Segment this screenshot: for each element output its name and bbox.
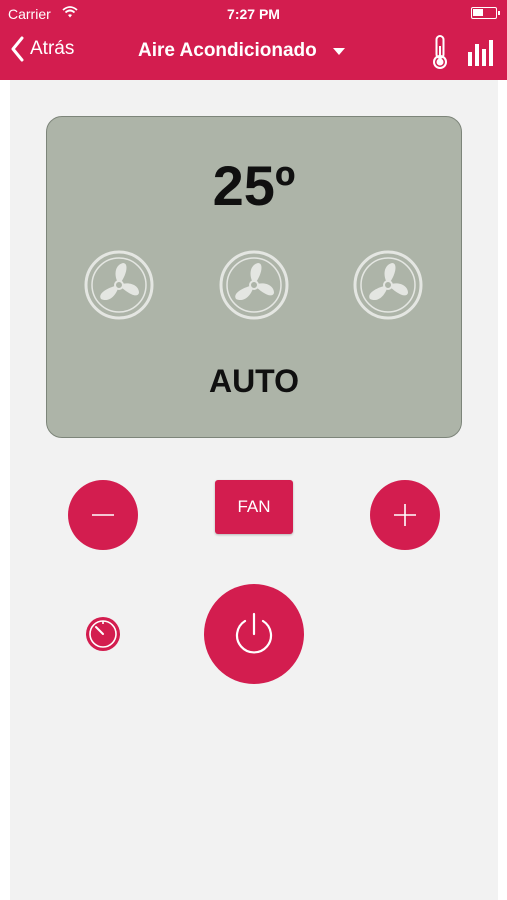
top-bar: Carrier 7:27 PM Atrás Aire Acondicionado (0, 0, 507, 80)
page-title: Aire Acondicionado (138, 40, 317, 61)
minus-icon (92, 514, 114, 516)
thermometer-icon[interactable] (430, 34, 450, 70)
plus-icon (394, 504, 416, 526)
power-icon (235, 612, 273, 654)
fan-icon (84, 250, 154, 320)
battery-icon (471, 7, 500, 19)
back-chevron-icon (11, 36, 24, 62)
fan-icon (219, 250, 289, 320)
timer-icon[interactable] (84, 615, 122, 653)
fan-icon (353, 250, 423, 320)
temperature-down-button[interactable] (68, 480, 138, 550)
fan-button[interactable]: FAN (215, 480, 293, 534)
temperature-readout: 25º (212, 154, 296, 217)
bar-chart-icon[interactable] (466, 38, 496, 68)
back-label: Atrás (30, 38, 75, 59)
ac-display: 25º AUTO (46, 116, 462, 438)
power-button[interactable] (204, 584, 304, 684)
temperature-up-button[interactable] (370, 480, 440, 550)
navigation-bar: Atrás Aire Acondicionado (0, 28, 507, 80)
back-button[interactable]: Atrás (10, 36, 74, 62)
mode-readout: AUTO (208, 363, 300, 399)
status-bar: Carrier 7:27 PM (0, 0, 507, 28)
device-selector[interactable]: Aire Acondicionado (138, 40, 345, 62)
clock: 7:27 PM (227, 6, 280, 22)
caret-down-icon (332, 47, 345, 55)
remote-panel: 25º AUTO FAN (10, 80, 498, 900)
